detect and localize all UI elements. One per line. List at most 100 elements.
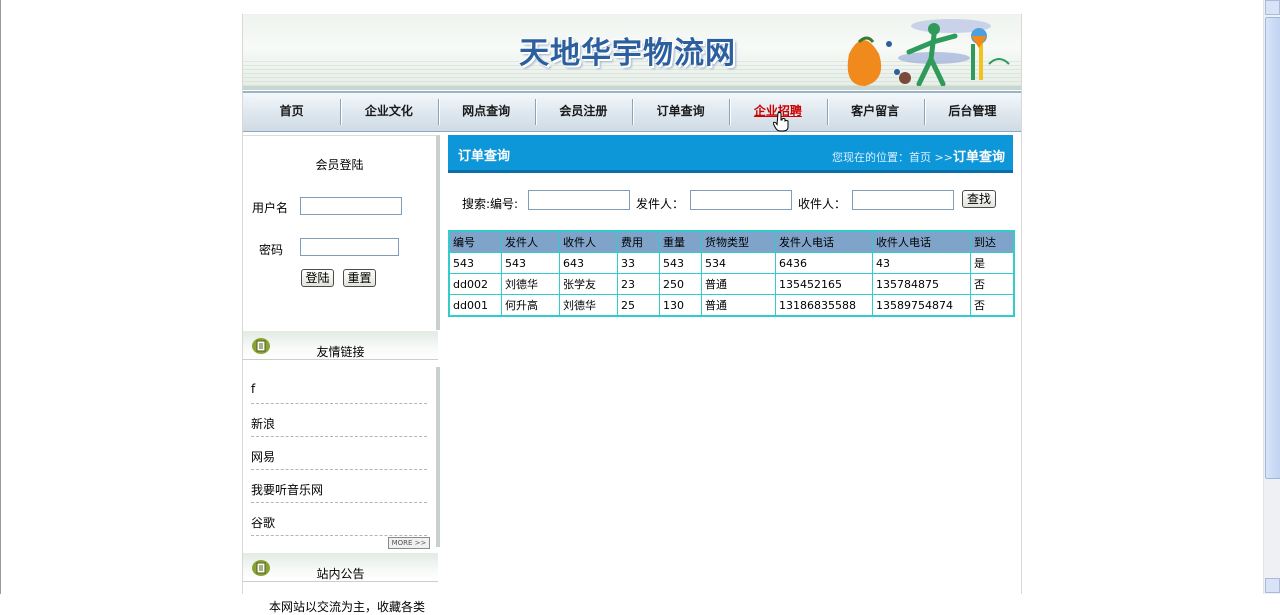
site-title: 天地华宇物流网 xyxy=(519,36,736,71)
nav-home[interactable]: 首页 xyxy=(243,93,340,131)
link-text: 我要听音乐网 xyxy=(251,483,324,497)
scroll-up-icon[interactable] xyxy=(1265,0,1280,15)
nav-label: 会员注册 xyxy=(559,104,608,118)
reset-button[interactable]: 重置 xyxy=(343,269,376,287)
content-header: 订单查询 您现在的位置：首页 >>订单查询 xyxy=(448,135,1013,173)
col-header: 货物类型 xyxy=(701,230,776,253)
list-item[interactable]: 网易 xyxy=(251,437,427,470)
nav-messages[interactable]: 客户留言 xyxy=(826,93,924,131)
table-cell: 543 xyxy=(448,252,502,274)
search-button[interactable]: 查找 xyxy=(962,190,996,208)
notice-text: 本网站以交流为主，收藏各类 xyxy=(269,600,426,614)
table-cell: 刘德华 xyxy=(559,294,618,317)
table-cell: 543 xyxy=(659,252,702,274)
notice-header: 站内公告 xyxy=(243,553,438,582)
window-edge xyxy=(0,0,1,594)
table-cell: 534 xyxy=(701,252,776,274)
breadcrumb-current: 订单查询 xyxy=(952,150,1005,165)
link-text: 新浪 xyxy=(251,417,276,431)
table-cell: 135784875 xyxy=(872,273,971,295)
link-text: 谷歌 xyxy=(251,516,276,530)
orders-table: 编号 发件人 收件人 费用 重量 货物类型 发件人电话 收件人电话 到达 543… xyxy=(448,230,1015,317)
notice-title: 站内公告 xyxy=(316,567,365,581)
search-id-label: 搜索:编号: xyxy=(462,197,519,211)
username-input[interactable] xyxy=(300,197,402,215)
table-cell: 23 xyxy=(617,273,660,295)
table-cell: 13186835588 xyxy=(775,294,873,317)
main-nav: 首页 企业文化 网点查询 会员注册 订单查询 企业招聘 客户留言 后台管理 xyxy=(243,91,1021,132)
table-cell: 130 xyxy=(659,294,702,317)
table-cell: 张学友 xyxy=(559,273,618,295)
table-cell: 43 xyxy=(872,252,971,274)
more-button[interactable]: MORE >> xyxy=(388,537,430,549)
nav-label: 首页 xyxy=(279,104,304,118)
nav-branch-search[interactable]: 网点查询 xyxy=(437,93,535,131)
friend-links-title: 友情链接 xyxy=(316,345,365,359)
table-cell: 6436 xyxy=(775,252,873,274)
login-panel: 会员登陆 用户名 密码 登陆 重置 xyxy=(243,135,440,330)
table-cell: 543 xyxy=(501,252,560,274)
table-row: dd001 何升高 刘德华 25 130 普通 13186835588 1358… xyxy=(448,294,1015,317)
nav-label: 客户留言 xyxy=(851,104,900,118)
sidebar: 会员登陆 用户名 密码 登陆 重置 友情链接 f 新浪 网易 我要听音乐网 谷歌… xyxy=(243,135,440,614)
table-cell: 是 xyxy=(970,252,1015,274)
site-banner: 天地华宇物流网 xyxy=(243,14,1021,86)
table-row: 543 543 643 33 543 534 6436 43 是 xyxy=(448,252,1015,274)
col-header: 发件人电话 xyxy=(775,230,873,253)
page-container: 天地华宇物流网 首页 企业文化 网点查询 会员注册 订单查询 企业招聘 客户留言… xyxy=(242,14,1022,614)
col-header: 到达 xyxy=(970,230,1015,253)
link-text: 网易 xyxy=(251,450,276,464)
search-sender-label: 发件人： xyxy=(636,197,685,211)
banner-band xyxy=(243,86,1021,90)
password-input[interactable] xyxy=(300,238,399,256)
col-header: 收件人 xyxy=(559,230,618,253)
link-text: f xyxy=(251,382,256,396)
table-header-row: 编号 发件人 收件人 费用 重量 货物类型 发件人电话 收件人电话 到达 xyxy=(448,230,1015,253)
table-cell: 否 xyxy=(970,273,1015,295)
table-cell: 33 xyxy=(617,252,660,274)
col-header: 编号 xyxy=(448,230,502,253)
content-title: 订单查询 xyxy=(458,149,511,164)
col-header: 费用 xyxy=(617,230,660,253)
nav-label: 后台管理 xyxy=(948,104,997,118)
list-item[interactable]: 新浪 xyxy=(251,404,427,437)
friend-links-list: f 新浪 网易 我要听音乐网 谷歌 MORE >> xyxy=(243,367,440,549)
password-label: 密码 xyxy=(259,243,284,257)
login-button[interactable]: 登陆 xyxy=(301,269,334,287)
table-cell: 刘德华 xyxy=(501,273,560,295)
list-item[interactable]: 我要听音乐网 xyxy=(251,470,427,503)
table-cell: 何升高 xyxy=(501,294,560,317)
scroll-thumb[interactable] xyxy=(1265,17,1280,479)
breadcrumb: 您现在的位置：首页 >>订单查询 xyxy=(832,146,1005,165)
list-item[interactable]: f xyxy=(251,371,427,404)
nav-order-search[interactable]: 订单查询 xyxy=(632,93,729,131)
banner-art-icon xyxy=(847,19,1010,86)
table-cell: dd002 xyxy=(448,273,502,295)
login-title: 会员登陆 xyxy=(315,158,364,172)
table-cell: 135452165 xyxy=(775,273,873,295)
search-receiver-label: 收件人： xyxy=(798,197,847,211)
col-header: 发件人 xyxy=(501,230,560,253)
nav-register[interactable]: 会员注册 xyxy=(534,93,632,131)
nav-label: 网点查询 xyxy=(462,104,511,118)
vertical-scrollbar[interactable] xyxy=(1263,0,1280,594)
scroll-down-icon[interactable] xyxy=(1265,578,1280,593)
list-item[interactable]: 谷歌 xyxy=(251,503,427,536)
table-cell: 否 xyxy=(970,294,1015,317)
nav-label: 订单查询 xyxy=(656,104,705,118)
table-cell: 250 xyxy=(659,273,702,295)
table-row: dd002 刘德华 张学友 23 250 普通 135452165 135784… xyxy=(448,273,1015,295)
table-cell: 普通 xyxy=(701,294,776,317)
hand-cursor-icon xyxy=(773,112,789,132)
search-id-input[interactable] xyxy=(528,190,630,210)
table-cell: 13589754874 xyxy=(872,294,971,317)
nav-admin[interactable]: 后台管理 xyxy=(923,93,1021,131)
nav-culture[interactable]: 企业文化 xyxy=(340,93,437,131)
col-header: 重量 xyxy=(659,230,702,253)
table-cell: 643 xyxy=(559,252,618,274)
search-sender-input[interactable] xyxy=(690,190,792,210)
nav-label: 企业文化 xyxy=(364,104,413,118)
breadcrumb-prefix: 您现在的位置：首页 >> xyxy=(832,151,953,164)
friend-links-header: 友情链接 xyxy=(243,331,438,360)
search-receiver-input[interactable] xyxy=(852,190,954,210)
